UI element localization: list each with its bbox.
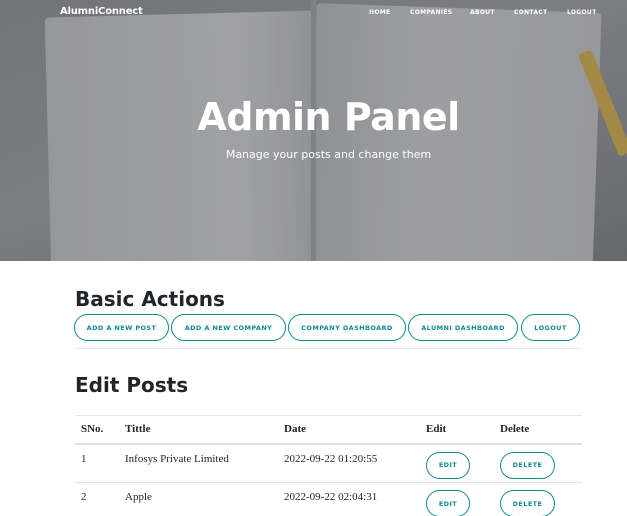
column-header-title: Tittle [119, 415, 278, 445]
column-header-sno: SNo. [75, 415, 119, 445]
column-header-edit: Edit [420, 415, 494, 445]
page-subtitle: Manage your posts and change them [225, 148, 432, 161]
delete-post-button[interactable]: DELETE [500, 451, 555, 479]
table-header-row: SNo. Tittle Date Edit Delete [75, 415, 582, 445]
nav-link-companies[interactable]: COMPANIES [410, 9, 452, 16]
cell-delete: DELETE [494, 482, 582, 516]
add-new-company-button[interactable]: ADD A NEW COMPANY [171, 314, 286, 341]
cell-sno: 1 [75, 443, 119, 483]
company-dashboard-button[interactable]: COMPANY DASHBOARD [288, 314, 406, 341]
section-divider [75, 348, 582, 349]
edit-posts-heading: Edit Posts [75, 373, 189, 397]
alumni-dashboard-button[interactable]: ALUMNI DASHBOARD [408, 314, 518, 341]
edit-post-button[interactable]: EDIT [426, 451, 470, 479]
cell-edit: EDIT [420, 482, 494, 516]
nav-link-logout[interactable]: LOGOUT [567, 9, 597, 16]
navbar: AlumniConnect HOME COMPANIES ABOUT CONTA… [0, 0, 627, 26]
nav-link-about[interactable]: ABOUT [470, 9, 495, 16]
table-row: 2 Apple 2022-09-22 02:04:31 EDIT DELETE [75, 482, 582, 516]
basic-actions-heading: Basic Actions [75, 287, 225, 311]
edit-post-button[interactable]: EDIT [426, 490, 470, 516]
cell-date: 2022-09-22 01:20:55 [278, 443, 420, 483]
brand-logo[interactable]: AlumniConnect [60, 6, 143, 17]
cell-title: Infosys Private Limited [119, 443, 278, 483]
logout-button[interactable]: LOGOUT [521, 314, 580, 341]
column-header-delete: Delete [494, 415, 582, 445]
cell-title: Apple [119, 482, 278, 516]
table-row: 1 Infosys Private Limited 2022-09-22 01:… [75, 443, 582, 483]
posts-table: SNo. Tittle Date Edit Delete 1 Infosys P… [75, 415, 582, 516]
cell-edit: EDIT [420, 443, 494, 483]
column-header-date: Date [278, 415, 420, 445]
cell-date: 2022-09-22 02:04:31 [278, 482, 420, 516]
cell-delete: DELETE [494, 443, 582, 483]
add-new-post-button[interactable]: ADD A NEW POST [74, 314, 169, 341]
delete-post-button[interactable]: DELETE [500, 490, 555, 516]
hero-banner: AlumniConnect HOME COMPANIES ABOUT CONTA… [0, 0, 627, 261]
nav-link-home[interactable]: HOME [369, 9, 390, 16]
cell-sno: 2 [75, 482, 119, 516]
page-title: Admin Panel [197, 95, 460, 139]
nav-link-contact[interactable]: CONTACT [514, 9, 547, 16]
